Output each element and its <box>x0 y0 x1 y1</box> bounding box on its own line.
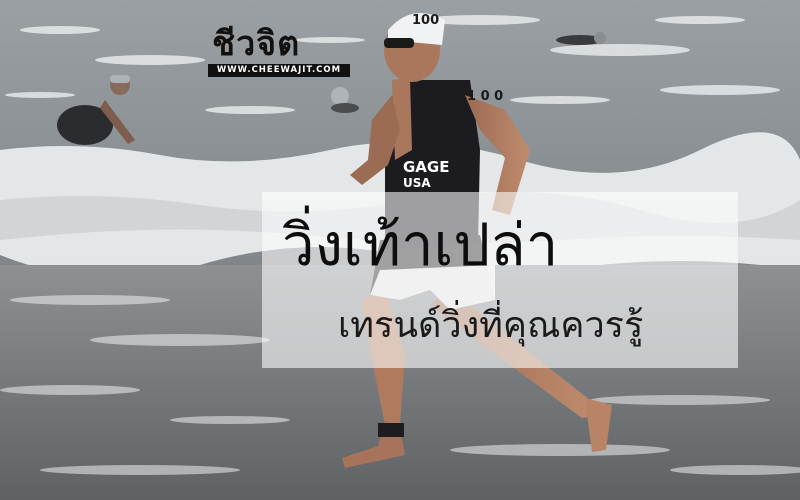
cap-number: 100 <box>412 13 439 28</box>
headline-title: วิ่งเท้าเปล่า <box>282 211 559 279</box>
bib-name: GAGE <box>403 158 449 176</box>
logo-url: WWW.CHEEWAJIT.COM <box>208 64 350 77</box>
photo-scene: GAGE USA 1 0 0 100 ชีวจิต WWW.CHEEWAJIT.… <box>0 0 800 500</box>
headline-subtitle: เทรนด์วิ่งที่คุณควรรู้ <box>338 305 644 346</box>
arm-number: 1 0 0 <box>467 89 503 104</box>
site-logo[interactable]: ชีวจิต WWW.CHEEWAJIT.COM <box>208 24 350 77</box>
logo-wordmark: ชีวจิต <box>212 24 301 64</box>
bib-country: USA <box>403 176 431 190</box>
